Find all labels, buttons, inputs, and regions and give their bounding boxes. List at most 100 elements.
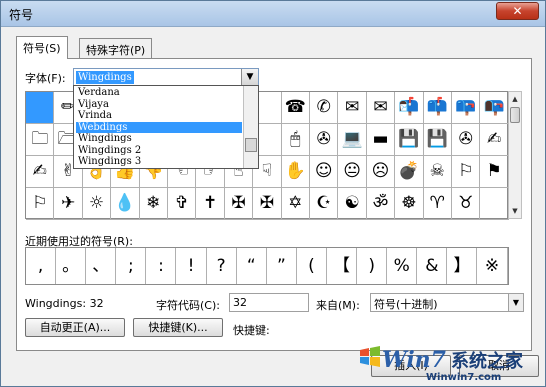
- font-dropdown-list: Verdana Vijaya Vrinda Webdings Wingdings Wing…: [73, 85, 259, 169]
- symbol-cell[interactable]: ✇: [310, 124, 339, 156]
- font-dropdown-scroll-thumb[interactable]: [245, 138, 257, 152]
- scroll-thumb[interactable]: [510, 107, 520, 123]
- symbol-cell[interactable]: 💾: [395, 124, 424, 156]
- recent-symbol-cell[interactable]: 、: [86, 248, 117, 284]
- font-label: 字体(F):: [25, 72, 66, 85]
- symbol-cell[interactable]: 💾: [423, 124, 452, 156]
- scroll-up-icon[interactable]: ▲: [509, 92, 521, 106]
- symbol-cell[interactable]: 📪: [452, 92, 481, 124]
- recent-symbol-cell[interactable]: 。: [56, 248, 87, 284]
- recent-symbol-cell[interactable]: ?: [207, 248, 237, 284]
- symbol-cell[interactable]: ✉: [366, 92, 396, 124]
- from-label: 来自(M):: [316, 299, 360, 312]
- font-option[interactable]: Webdings: [76, 121, 242, 133]
- symbol-cell[interactable]: ▬: [366, 124, 396, 156]
- recent-symbol-cell[interactable]: :: [146, 248, 177, 284]
- symbol-cell[interactable]: ☸: [395, 188, 424, 220]
- recent-symbol-cell[interactable]: “: [237, 248, 267, 284]
- symbol-cell[interactable]: 💧: [111, 188, 140, 220]
- font-option[interactable]: Wingdings 2: [76, 145, 242, 156]
- symbol-cell[interactable]: 📭: [480, 92, 509, 124]
- from-select[interactable]: 符号(十进制) ▼: [370, 293, 524, 312]
- recent-symbol-cell[interactable]: ”: [267, 248, 297, 284]
- symbol-cell[interactable]: ☠: [423, 156, 452, 188]
- font-dropdown-scrollbar[interactable]: [243, 86, 258, 168]
- font-select-value: Wingdings: [76, 71, 134, 84]
- tab-symbols[interactable]: 符号(S): [16, 36, 68, 59]
- symbol-cell[interactable]: ✍: [26, 156, 55, 188]
- symbol-cell[interactable]: ❄: [139, 188, 168, 220]
- symbol-cell[interactable]: ॐ: [366, 188, 396, 220]
- font-option[interactable]: Vrinda: [76, 110, 242, 121]
- recent-symbol-cell[interactable]: 】: [447, 248, 478, 284]
- symbol-cell[interactable]: ✞: [168, 188, 197, 220]
- recent-symbol-cell[interactable]: %: [387, 248, 418, 284]
- symbol-cell[interactable]: ☎: [281, 92, 310, 124]
- symbol-cell[interactable]: ✠: [253, 188, 282, 220]
- autocorrect-button[interactable]: 自动更正(A)...: [25, 318, 125, 337]
- recent-symbol-cell[interactable]: 【: [327, 248, 358, 284]
- chevron-down-icon[interactable]: ▼: [508, 294, 523, 311]
- watermark-brand: Win7: [382, 347, 446, 373]
- symbol-cell[interactable]: 😐: [338, 156, 367, 188]
- symbol-cell[interactable]: ⚑: [480, 156, 509, 188]
- symbol-cell[interactable]: ☼: [82, 188, 112, 220]
- symbol-cell[interactable]: ⚐: [26, 188, 55, 220]
- symbol-cell[interactable]: 💻: [338, 124, 367, 156]
- symbol-cell[interactable]: 💣: [395, 156, 424, 188]
- symbol-cell[interactable]: [26, 92, 55, 124]
- symbol-cell[interactable]: ✡: [281, 188, 310, 220]
- font-option[interactable]: Vijaya: [76, 99, 242, 110]
- symbol-grid-scrollbar[interactable]: ▲ ▼: [508, 91, 522, 219]
- char-code-label: 字符代码(C):: [156, 299, 220, 312]
- font-select[interactable]: Wingdings ▼: [73, 68, 259, 86]
- symbol-cell[interactable]: ✠: [224, 188, 254, 220]
- symbol-cell[interactable]: ✍: [480, 124, 509, 156]
- font-option[interactable]: Wingdings: [76, 133, 242, 144]
- title-bar: 符号 ✕: [1, 1, 545, 27]
- recent-symbol-cell[interactable]: !: [177, 248, 207, 284]
- recent-symbol-cell[interactable]: ,: [26, 248, 57, 284]
- symbol-cell[interactable]: ☺: [310, 156, 339, 188]
- close-button[interactable]: ✕: [496, 2, 539, 20]
- from-select-value: 符号(十进制): [374, 298, 438, 311]
- recent-symbol-cell[interactable]: ): [357, 248, 388, 284]
- tab-special-characters[interactable]: 特殊字符(P): [79, 38, 153, 58]
- symbol-cell[interactable]: ☪: [310, 188, 339, 220]
- symbol-cell[interactable]: ☹: [366, 156, 396, 188]
- chevron-down-icon[interactable]: ▼: [241, 69, 258, 85]
- symbol-cell[interactable]: ✝: [196, 188, 225, 220]
- symbol-cell[interactable]: 📫: [423, 92, 452, 124]
- symbol-cell[interactable]: 🗀: [26, 124, 55, 156]
- symbol-cell[interactable]: ♉: [452, 188, 481, 220]
- symbol-cell[interactable]: [480, 188, 509, 220]
- recent-symbol-cell[interactable]: ;: [116, 248, 147, 284]
- font-option[interactable]: Verdana: [76, 87, 242, 98]
- symbol-cell[interactable]: 🖱: [281, 124, 310, 156]
- symbol-cell[interactable]: ✇: [452, 124, 481, 156]
- symbol-cell[interactable]: ✈: [54, 188, 83, 220]
- char-name: Wingdings: 32: [25, 297, 104, 310]
- watermark-url: Winwin7.com: [426, 372, 502, 383]
- recent-symbol-cell[interactable]: ※: [478, 248, 508, 284]
- symbol-cell[interactable]: 📬: [395, 92, 424, 124]
- symbol-cell[interactable]: ✉: [338, 92, 367, 124]
- symbol-cell[interactable]: ✋: [281, 156, 310, 188]
- watermark-logo: Win7 系统之家 Winwin7.com: [356, 341, 546, 387]
- window-title: 符号: [9, 8, 34, 22]
- char-code-input[interactable]: 32: [229, 293, 309, 312]
- scroll-down-icon[interactable]: ▼: [509, 204, 521, 218]
- recent-symbols-row: ,。、;:!? “”(【)% &】 ※: [25, 247, 509, 285]
- watermark-cn: 系统之家: [451, 351, 523, 372]
- symbol-dialog: 符号 ✕ 符号(S) 特殊字符(P) 字体(F): Wingdings ▼ ✏ ☎…: [0, 0, 546, 387]
- symbol-cell[interactable]: ♈: [423, 188, 452, 220]
- symbol-cell[interactable]: ⚐: [452, 156, 481, 188]
- font-option[interactable]: Wingdings 3: [76, 156, 242, 167]
- recent-symbol-cell[interactable]: &: [417, 248, 448, 284]
- shortcut-label: 快捷键:: [233, 324, 270, 337]
- recent-symbol-cell[interactable]: (: [297, 248, 327, 284]
- symbol-cell[interactable]: ✆: [310, 92, 339, 124]
- shortcut-key-button[interactable]: 快捷键(K)...: [133, 318, 223, 337]
- symbol-cell[interactable]: ☯: [338, 188, 367, 220]
- windows-flag-icon: [360, 346, 380, 367]
